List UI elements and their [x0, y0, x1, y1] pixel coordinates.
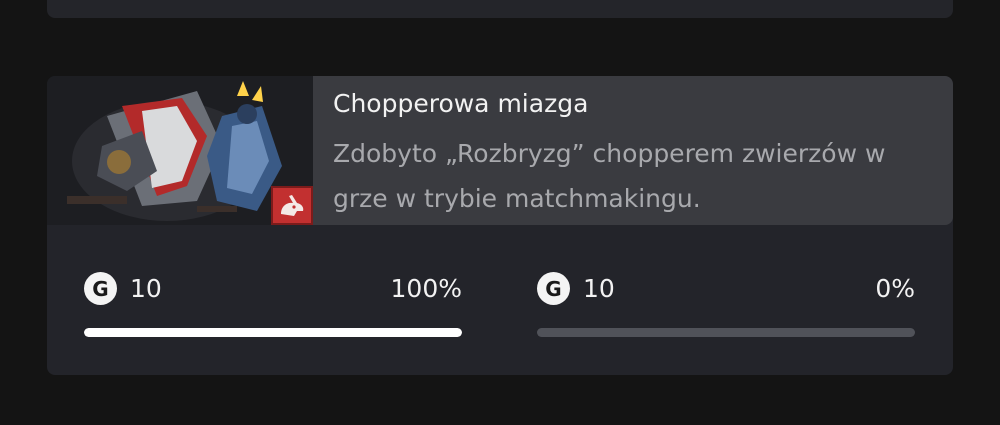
achievement-card[interactable]: Chopperowa miazga Zdobyto „Rozbryzg” cho… — [47, 76, 953, 375]
achievement-title: Chopperowa miazga — [333, 89, 589, 118]
progress-bar-fill — [84, 328, 462, 337]
progress-column-right: G 10 0% — [537, 272, 915, 342]
achievement-info: Chopperowa miazga Zdobyto „Rozbryzg” cho… — [313, 76, 953, 225]
rabbit-head-icon — [271, 186, 313, 225]
progress-bar — [537, 328, 915, 337]
gamerscore-value: 10 — [130, 274, 162, 303]
progress-bar — [84, 328, 462, 337]
progress-column-left: G 10 100% — [84, 272, 462, 342]
progress-percent: 0% — [875, 274, 915, 303]
previous-achievement-card[interactable] — [47, 0, 953, 18]
gamerscore-icon: G — [84, 272, 117, 305]
gamerscore-value: 10 — [583, 274, 615, 303]
achievement-image — [47, 76, 313, 225]
gamerscore-icon: G — [537, 272, 570, 305]
progress-percent: 100% — [390, 274, 462, 303]
achievement-description: Zdobyto „Rozbryzg” chopperem zwierzów w … — [333, 139, 886, 213]
